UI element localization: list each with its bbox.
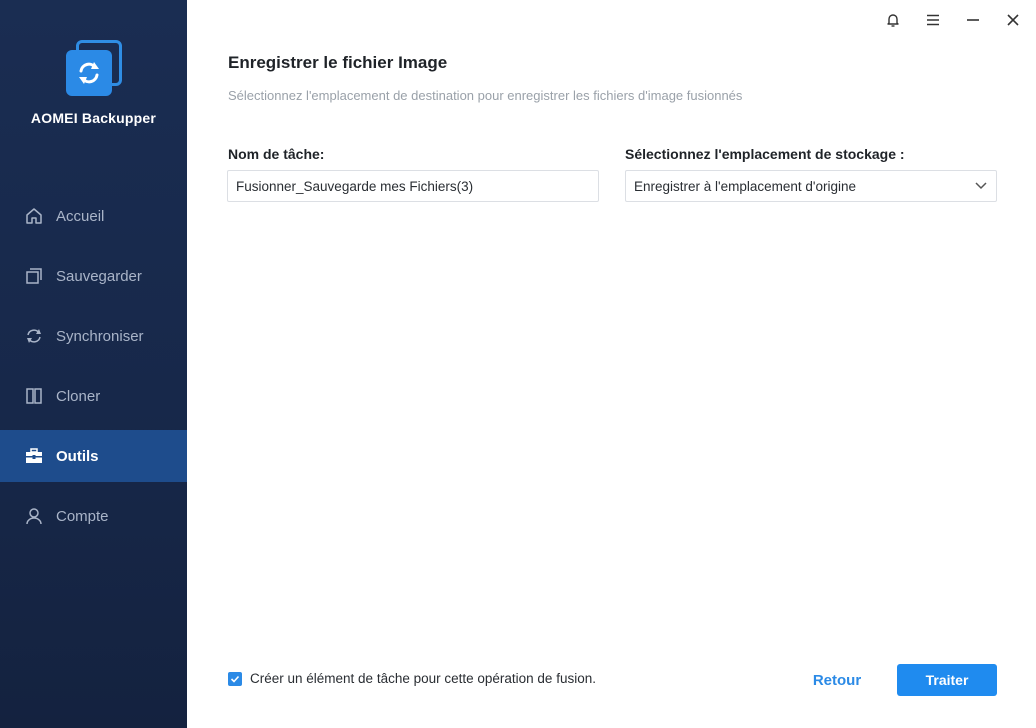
menu-icon[interactable]: [922, 10, 944, 30]
sidebar-item-label: Compte: [56, 507, 109, 525]
user-icon: [24, 506, 44, 526]
sidebar-item-label: Accueil: [56, 207, 105, 225]
sidebar-item-label: Sauvegarder: [56, 267, 142, 285]
storage-location-select[interactable]: Enregistrer à l'emplacement d'origine: [625, 170, 997, 202]
home-icon: [24, 206, 44, 226]
sidebar-item-cloner[interactable]: Cloner: [0, 370, 187, 422]
create-task-option: Créer un élément de tâche pour cette opé…: [228, 671, 596, 686]
sidebar-item-sauvegarder[interactable]: Sauvegarder: [0, 250, 187, 302]
sidebar-item-outils[interactable]: Outils: [0, 430, 187, 482]
bell-icon[interactable]: [882, 10, 904, 30]
sidebar: AOMEI Backupper Accueil Sauvegarder Sync…: [0, 0, 187, 728]
storage-location-value: Enregistrer à l'emplacement d'origine: [634, 178, 857, 194]
sidebar-item-accueil[interactable]: Accueil: [0, 190, 187, 242]
process-button[interactable]: Traiter: [897, 664, 997, 696]
minimize-icon[interactable]: [962, 10, 984, 30]
back-button[interactable]: Retour: [802, 664, 872, 696]
backup-icon: [24, 266, 44, 286]
task-name-input[interactable]: [227, 170, 599, 202]
sidebar-item-label: Outils: [56, 447, 99, 465]
page-title: Enregistrer le fichier Image: [228, 53, 448, 72]
toolbox-icon: [24, 446, 44, 466]
chevron-down-icon: [974, 178, 988, 195]
app-name: AOMEI Backupper: [30, 110, 157, 126]
app-logo: AOMEI Backupper: [0, 38, 187, 126]
sidebar-item-compte[interactable]: Compte: [0, 490, 187, 542]
window-controls: [882, 10, 1024, 30]
sidebar-item-synchroniser[interactable]: Synchroniser: [0, 310, 187, 362]
storage-location-label: Sélectionnez l'emplacement de stockage :: [625, 146, 905, 162]
sidebar-item-label: Cloner: [56, 387, 101, 405]
sidebar-nav: Accueil Sauvegarder Synchroniser Cloner …: [0, 190, 187, 550]
aomei-logo-icon: [64, 38, 124, 98]
clone-icon: [24, 386, 44, 406]
sidebar-item-label: Synchroniser: [56, 327, 144, 345]
page-subtitle: Sélectionnez l'emplacement de destinatio…: [228, 88, 743, 103]
close-icon[interactable]: [1002, 10, 1024, 30]
task-name-label: Nom de tâche:: [228, 146, 325, 162]
create-task-label: Créer un élément de tâche pour cette opé…: [250, 671, 596, 686]
sync-icon: [24, 326, 44, 346]
create-task-checkbox[interactable]: [228, 671, 242, 686]
main-panel: Enregistrer le fichier Image Sélectionne…: [187, 0, 1036, 728]
